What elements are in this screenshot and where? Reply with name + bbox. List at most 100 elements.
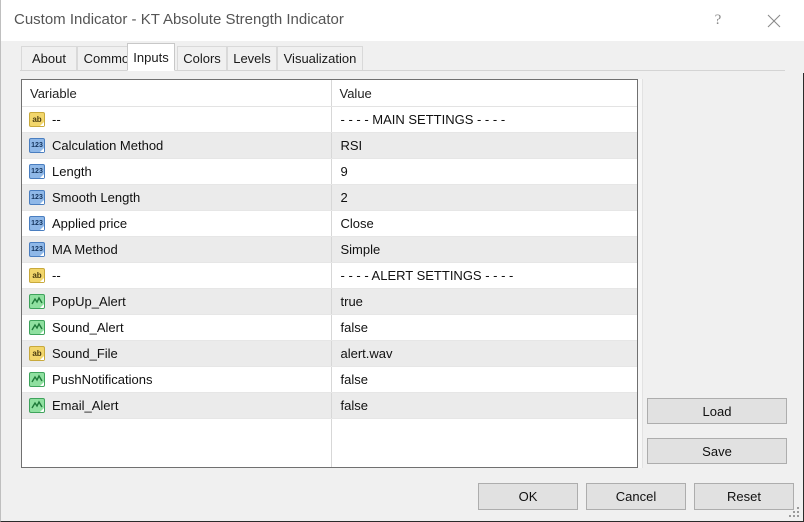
reset-button[interactable]: Reset [694,483,794,510]
close-button[interactable] [751,0,797,41]
variable-label: MA Method [52,242,118,257]
type-number-icon: 123 [29,190,45,205]
type-number-icon: 123 [29,216,45,231]
value-text: Simple [340,242,381,257]
type-number-icon: 123 [29,242,45,257]
cell-value[interactable]: - - - - ALERT SETTINGS - - - - [331,262,637,289]
value-text: false [340,372,368,387]
cell-variable: ab -- [22,262,332,289]
table-row[interactable]: Sound_Alert false [22,314,637,341]
type-string-icon: ab [29,346,45,361]
cell-variable: Email_Alert [22,392,332,419]
variable-cell-content: PushNotifications [22,372,330,387]
variable-cell-content: Email_Alert [22,398,330,413]
cell-value[interactable]: alert.wav [331,340,637,367]
type-boolean-icon [29,372,45,387]
value-text: 2 [340,190,348,205]
cell-variable: 123 Applied price [22,210,332,237]
cell-value[interactable]: 2 [331,184,637,211]
value-text: RSI [340,138,363,153]
table-row[interactable]: PushNotifications false [22,366,637,393]
value-text: alert.wav [340,346,393,361]
cell-variable: PopUp_Alert [22,288,332,315]
title-bar: Custom Indicator - KT Absolute Strength … [1,0,804,41]
table-row[interactable]: PopUp_Alert true [22,288,637,315]
variable-label: Sound_File [52,346,118,361]
value-text: Close [340,216,374,231]
table-row[interactable]: ab -- - - - - ALERT SETTINGS - - - - [22,262,637,289]
variable-label: Smooth Length [52,190,141,205]
cell-value[interactable]: false [331,366,637,393]
table-row[interactable]: 123 Smooth Length 2 [22,184,637,211]
table-row[interactable]: 123 Applied price Close [22,210,637,237]
table-scrollbar[interactable] [638,79,643,468]
load-button[interactable]: Load [647,398,787,424]
variable-cell-content: ab -- [22,112,330,127]
variable-cell-content: 123 Calculation Method [22,138,330,153]
table-row[interactable]: 123 Calculation Method RSI [22,132,637,159]
variable-cell-content: ab -- [22,268,330,283]
value-text: - - - - ALERT SETTINGS - - - - [340,268,514,283]
question-mark-icon: ? [714,12,722,28]
tab-inputs[interactable]: Inputs [127,43,175,71]
variable-cell-content: 123 MA Method [22,242,330,257]
variable-cell-content: Sound_Alert [22,320,330,335]
cell-value[interactable]: 9 [331,158,637,185]
cell-variable: PushNotifications [22,366,332,393]
table-row[interactable]: ab -- - - - - MAIN SETTINGS - - - - [22,106,637,133]
window-title: Custom Indicator - KT Absolute Strength … [14,11,344,28]
cell-value[interactable]: Close [331,210,637,237]
table-header-row: Variable Value [22,80,637,107]
table-row[interactable]: 123 MA Method Simple [22,236,637,263]
value-text: true [340,294,363,309]
cell-variable: Sound_Alert [22,314,332,341]
table-row[interactable]: 123 Length 9 [22,158,637,185]
variable-label: Email_Alert [52,398,119,413]
cell-value[interactable]: RSI [331,132,637,159]
variable-cell-content: 123 Applied price [22,216,330,231]
inputs-table: Variable Value ab -- - - - - MAIN SETTINGS… [22,80,637,467]
inputs-table-body: ab -- - - - - MAIN SETTINGS - - - - 123 Calc… [22,106,637,467]
type-boolean-icon [29,294,45,309]
cell-variable: 123 MA Method [22,236,332,263]
empty-cell-value [331,418,637,467]
cell-variable: 123 Length [22,158,332,185]
table-row[interactable]: Email_Alert false [22,392,637,419]
resize-grip[interactable] [789,507,800,518]
cell-value[interactable]: - - - - MAIN SETTINGS - - - - [331,106,637,133]
variable-cell-content: 123 Length [22,164,330,179]
cell-value[interactable]: true [331,288,637,315]
column-header-variable: Variable [22,80,332,107]
cell-value[interactable]: Simple [331,236,637,263]
ok-button[interactable]: OK [478,483,578,510]
cell-variable: 123 Calculation Method [22,132,332,159]
custom-indicator-dialog: Custom Indicator - KT Absolute Strength … [0,0,804,522]
inputs-table-container[interactable]: Variable Value ab -- - - - - MAIN SETTINGS… [21,79,638,468]
value-text: - - - - MAIN SETTINGS - - - - [340,112,506,127]
cell-value[interactable]: false [331,314,637,341]
variable-label: Applied price [52,216,128,231]
tab-visualization[interactable]: Visualization [277,46,363,70]
column-header-value: Value [331,80,637,107]
table-row[interactable]: ab Sound_File alert.wav [22,340,637,367]
empty-cell-variable [22,418,332,467]
variable-cell-content: ab Sound_File [22,346,330,361]
tab-colors[interactable]: Colors [177,46,227,70]
value-text: false [340,398,368,413]
type-number-icon: 123 [29,164,45,179]
cancel-button[interactable]: Cancel [586,483,686,510]
save-button[interactable]: Save [647,438,787,464]
tab-levels[interactable]: Levels [227,46,277,70]
table-empty-area [22,418,637,467]
type-string-icon: ab [29,112,45,127]
variable-label: Length [52,164,92,179]
cell-value[interactable]: false [331,392,637,419]
type-number-icon: 123 [29,138,45,153]
variable-label: Calculation Method [52,138,164,153]
help-button[interactable]: ? [695,0,741,41]
variable-label: PushNotifications [52,372,153,387]
tab-about[interactable]: About [21,46,77,70]
type-boolean-icon [29,320,45,335]
variable-label: -- [52,268,61,283]
variable-label: -- [52,112,61,127]
